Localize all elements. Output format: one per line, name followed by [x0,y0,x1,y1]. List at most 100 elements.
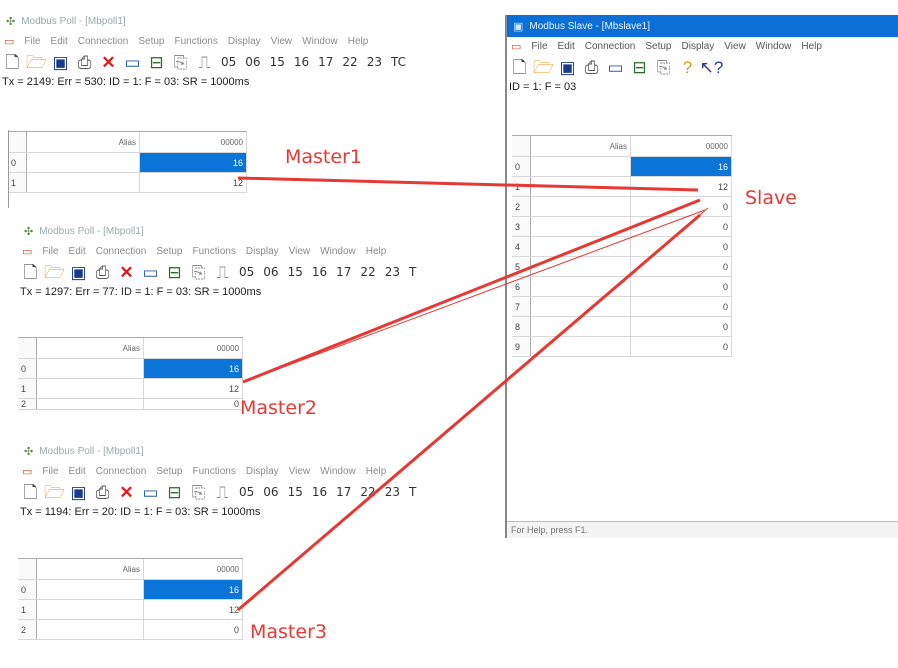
menu-view[interactable]: View [724,41,746,52]
menu-functions[interactable]: Functions [175,36,218,47]
table-row[interactable]: 9 0 [512,336,732,357]
fn-23-button[interactable]: 23 [382,485,403,499]
window-icon[interactable]: ▭ [140,482,161,502]
new-file-icon[interactable]: 🗋 [20,262,41,282]
window-icon[interactable]: ▭ [140,262,161,282]
table-row[interactable]: 2 0 [18,619,243,640]
menu-setup[interactable]: Setup [156,246,182,257]
menu-display[interactable]: Display [682,41,715,52]
fn-22-button[interactable]: 22 [339,55,360,69]
menu-help[interactable]: Help [366,466,387,477]
value-cell[interactable]: 0 [630,336,732,357]
menu-view[interactable]: View [289,246,311,257]
context-help-icon[interactable]: ↖? [700,57,724,77]
fn-05-button[interactable]: 05 [236,485,257,499]
menu-file[interactable]: File [531,41,547,52]
menu-window[interactable]: Window [320,246,356,257]
value-cell[interactable]: 0 [630,196,732,217]
fn-t-button[interactable]: T [406,485,419,499]
table-row[interactable]: 1 12 [512,176,732,197]
value-cell[interactable]: 16 [630,156,732,177]
menu-file[interactable]: File [42,466,58,477]
fn-23-button[interactable]: 23 [364,55,385,69]
fn-06-button[interactable]: 06 [260,265,281,279]
slave-titlebar[interactable]: ▣ Modbus Slave - [Mbslave1] [507,15,898,37]
table-row[interactable]: 3 0 [512,216,732,237]
value-cell[interactable]: 16 [139,152,247,173]
document-icon[interactable]: ▭ [4,35,14,48]
value-cell[interactable]: 12 [143,599,243,620]
fn-16-button[interactable]: 16 [309,265,330,279]
alias-cell[interactable] [36,619,144,640]
alias-cell[interactable] [530,296,631,317]
menu-view[interactable]: View [271,36,293,47]
fn-22-button[interactable]: 22 [357,485,378,499]
alias-cell[interactable] [530,236,631,257]
menu-display[interactable]: Display [246,246,279,257]
value-cell[interactable]: 12 [630,176,732,197]
save-icon[interactable]: ▣ [557,57,578,77]
table-row[interactable]: 0 16 [18,358,243,379]
fn-15-button[interactable]: 15 [267,55,288,69]
new-file-icon[interactable]: 🗋 [20,482,41,502]
value-cell[interactable]: 16 [143,579,243,600]
clipboard-icon[interactable]: ⎘ [188,482,209,502]
fn-16-button[interactable]: 16 [291,55,312,69]
value-cell[interactable]: 12 [143,378,243,399]
alias-cell[interactable] [36,378,144,399]
alias-cell[interactable] [530,156,631,177]
alias-cell[interactable] [26,172,140,193]
save-icon[interactable]: ▣ [68,262,89,282]
value-cell[interactable]: 0 [630,256,732,277]
menu-setup[interactable]: Setup [156,466,182,477]
menu-window[interactable]: Window [320,466,356,477]
menu-connection[interactable]: Connection [96,246,147,257]
menu-help[interactable]: Help [801,41,822,52]
print-icon[interactable]: ⎙ [92,482,113,502]
clipboard-icon[interactable]: ⎘ [653,57,674,77]
table-row[interactable]: 2 0 [18,398,243,410]
fn-15-button[interactable]: 15 [285,265,306,279]
about-icon[interactable]: ? [677,57,698,77]
monitor-icon[interactable]: ⊟ [164,262,185,282]
menu-file[interactable]: File [42,246,58,257]
disconnect-icon[interactable]: ✕ [116,482,137,502]
menu-window[interactable]: Window [302,36,338,47]
menu-view[interactable]: View [289,466,311,477]
open-folder-icon[interactable]: 🗁 [26,52,47,72]
table-row[interactable]: 0 16 [18,579,243,600]
save-icon[interactable]: ▣ [68,482,89,502]
window-icon[interactable]: ▭ [122,52,143,72]
fn-17-button[interactable]: 17 [333,265,354,279]
fn-16-button[interactable]: 16 [309,485,330,499]
save-icon[interactable]: ▣ [50,52,71,72]
value-cell[interactable]: 0 [630,296,732,317]
table-row[interactable]: 6 0 [512,276,732,297]
table-row[interactable]: 5 0 [512,256,732,277]
table-row[interactable]: 1 12 [18,599,243,620]
fn-06-button[interactable]: 06 [242,55,263,69]
clipboard-icon[interactable]: ⎘ [170,52,191,72]
alias-cell[interactable] [36,599,144,620]
alias-cell[interactable] [530,256,631,277]
menu-setup[interactable]: Setup [138,36,164,47]
table-row[interactable]: 1 12 [8,172,247,193]
table-row[interactable]: 2 0 [512,196,732,217]
open-folder-icon[interactable]: 🗁 [533,57,554,77]
table-row[interactable]: 0 16 [512,156,732,177]
fn-15-button[interactable]: 15 [285,485,306,499]
monitor-icon[interactable]: ⊟ [629,57,650,77]
pulse-icon[interactable]: ⎍ [212,262,233,282]
fn-05-button[interactable]: 05 [218,55,239,69]
alias-cell[interactable] [530,196,631,217]
table-row[interactable]: 0 16 [8,152,247,173]
fn-22-button[interactable]: 22 [357,265,378,279]
value-cell[interactable]: 0 [630,276,732,297]
menu-window[interactable]: Window [756,41,792,52]
menu-display[interactable]: Display [228,36,261,47]
pulse-icon[interactable]: ⎍ [194,52,215,72]
document-icon[interactable]: ▭ [511,40,521,53]
alias-cell[interactable] [530,216,631,237]
master1-titlebar[interactable]: ✣ Modbus Poll - [Mbpoll1] [0,10,505,32]
fn-05-button[interactable]: 05 [236,265,257,279]
